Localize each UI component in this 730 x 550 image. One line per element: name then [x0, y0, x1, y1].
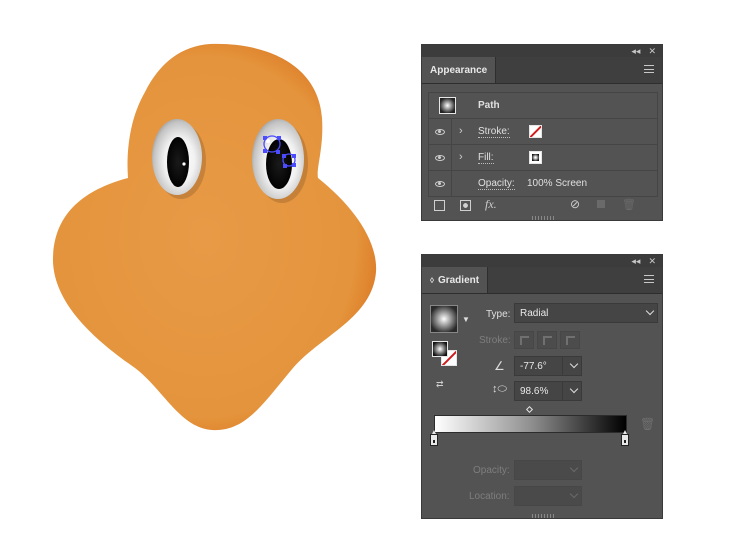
- type-dropdown[interactable]: Radial: [514, 303, 658, 323]
- close-icon[interactable]: ✕: [648, 46, 656, 57]
- caret-down-icon[interactable]: ▼: [462, 315, 470, 324]
- panel-menu-icon[interactable]: [644, 65, 654, 73]
- aspect-ratio-icon: ↕⬭: [492, 383, 507, 395]
- clear-icon[interactable]: ⊘: [570, 197, 580, 211]
- opacity-field[interactable]: [514, 460, 582, 480]
- gradient-panel: ◂◂ ✕ ◊ Gradient ▼ ⇄ Type: Radial Stroke:…: [421, 254, 663, 519]
- updown-arrows-icon: ◊: [430, 275, 434, 285]
- gradient-stop-black[interactable]: [621, 430, 629, 446]
- chevron-right-icon[interactable]: ›: [459, 125, 463, 137]
- angle-field[interactable]: -77.6°: [514, 356, 582, 376]
- appearance-tabbar: Appearance: [422, 57, 662, 84]
- panel-menu-icon[interactable]: [644, 275, 654, 283]
- fill-label[interactable]: Fill:: [478, 152, 494, 164]
- gradient-tabbar: ◊ Gradient: [422, 267, 662, 294]
- resize-grip[interactable]: [532, 216, 554, 220]
- aspect-ratio-value[interactable]: 98.6%: [520, 386, 548, 397]
- angle-icon: ∠: [494, 359, 505, 373]
- appearance-panel: ◂◂ ✕ Appearance Path › Stroke: › Fill: O…: [421, 44, 663, 221]
- gradient-midpoint[interactable]: [525, 405, 534, 414]
- panel-titlebar[interactable]: ◂◂ ✕: [422, 255, 662, 267]
- stroke-label[interactable]: Stroke:: [478, 126, 510, 138]
- tab-label: Gradient: [437, 274, 480, 286]
- location-field[interactable]: [514, 486, 582, 506]
- fill-row[interactable]: › Fill:: [429, 145, 657, 171]
- stroke-within-button[interactable]: [514, 331, 534, 349]
- path-thumbnail: [439, 97, 456, 114]
- appearance-footer: fx. ⊘ 🗑: [422, 196, 662, 214]
- tab-gradient[interactable]: ◊ Gradient: [422, 267, 489, 293]
- chevron-down-icon[interactable]: [569, 384, 579, 394]
- add-fill-icon[interactable]: [460, 200, 471, 211]
- character-body: [52, 43, 377, 431]
- stroke-label: Stroke:: [479, 335, 511, 346]
- tab-label: Appearance: [430, 64, 488, 76]
- add-stroke-icon[interactable]: [434, 200, 445, 211]
- panel-titlebar[interactable]: ◂◂ ✕: [422, 45, 662, 57]
- opacity-label[interactable]: Opacity:: [478, 178, 515, 190]
- chevron-right-icon[interactable]: ›: [459, 151, 463, 163]
- location-label: Location:: [469, 491, 510, 502]
- chevron-down-icon: [645, 306, 655, 316]
- artwork-canvas[interactable]: [0, 0, 420, 550]
- visibility-eye-icon[interactable]: [435, 154, 445, 161]
- chevron-down-icon: [569, 463, 579, 473]
- duplicate-icon[interactable]: [597, 200, 605, 208]
- opacity-row[interactable]: Opacity: 100% Screen: [429, 171, 657, 196]
- opacity-label: Opacity:: [473, 465, 510, 476]
- delete-stop-icon[interactable]: 🗑: [640, 417, 655, 431]
- chevron-down-icon[interactable]: [569, 359, 579, 369]
- path-label: Path: [478, 100, 500, 111]
- path-row[interactable]: Path: [429, 93, 657, 119]
- type-value: Radial: [520, 307, 549, 319]
- opacity-value: 100% Screen: [527, 178, 588, 189]
- stroke-none-swatch[interactable]: [529, 125, 542, 138]
- angle-value[interactable]: -77.6°: [520, 361, 547, 372]
- gradient-stop-white[interactable]: [430, 430, 438, 446]
- delete-icon[interactable]: 🗑: [622, 198, 636, 211]
- gradient-slider[interactable]: [434, 415, 627, 433]
- stroke-across-button[interactable]: [560, 331, 580, 349]
- appearance-attribute-list: Path › Stroke: › Fill: Opacity: 100% Scr…: [428, 92, 658, 197]
- type-label: Type:: [486, 309, 511, 320]
- chevron-down-icon: [569, 489, 579, 499]
- reverse-gradient-icon[interactable]: ⇄: [436, 379, 444, 390]
- aspect-ratio-field[interactable]: 98.6%: [514, 381, 582, 401]
- collapse-icon[interactable]: ◂◂: [631, 256, 640, 267]
- stroke-row[interactable]: › Stroke:: [429, 119, 657, 145]
- gradient-preview-thumbnail[interactable]: [430, 305, 458, 333]
- fx-icon[interactable]: fx.: [485, 197, 497, 212]
- fill-swatch[interactable]: [432, 341, 448, 357]
- resize-grip[interactable]: [532, 514, 554, 518]
- visibility-eye-icon[interactable]: [435, 180, 445, 187]
- close-icon[interactable]: ✕: [648, 256, 656, 267]
- tab-appearance[interactable]: Appearance: [422, 57, 497, 83]
- fill-gradient-swatch[interactable]: [529, 151, 542, 164]
- visibility-eye-icon[interactable]: [435, 128, 445, 135]
- stroke-along-button[interactable]: [537, 331, 557, 349]
- collapse-icon[interactable]: ◂◂: [631, 46, 640, 57]
